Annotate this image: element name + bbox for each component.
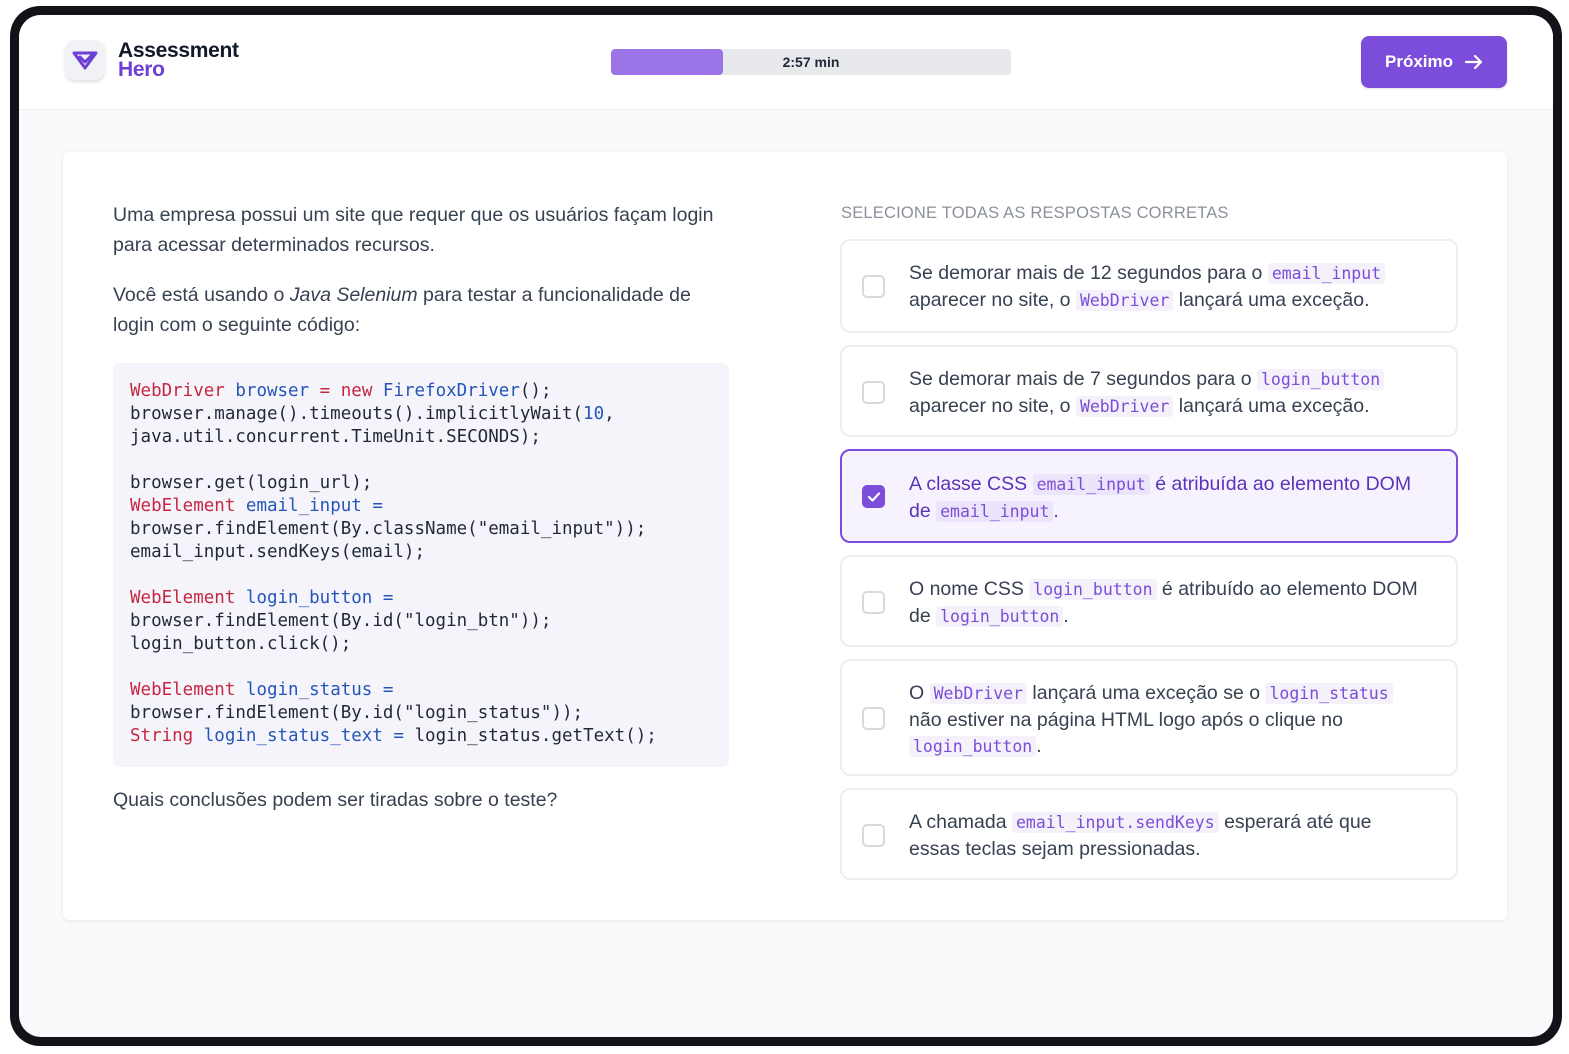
timer-progress-bar: 2:57 min	[611, 49, 1011, 75]
checkbox[interactable]	[862, 381, 885, 404]
answer-option-6[interactable]: A chamada email_input.sendKeys esperará …	[840, 788, 1458, 880]
timer-text: 2:57 min	[782, 54, 840, 70]
check-icon	[867, 491, 880, 502]
answer-options: Se demorar mais de 12 segundos para o em…	[840, 239, 1458, 892]
logo-icon	[65, 40, 105, 80]
checkbox[interactable]	[862, 275, 885, 298]
question-prompt: Quais conclusões podem ser tiradas sobre…	[113, 789, 558, 811]
checkbox[interactable]	[862, 707, 885, 730]
arrow-right-icon	[1465, 54, 1483, 70]
checkbox[interactable]	[862, 591, 885, 614]
answer-option-2[interactable]: Se demorar mais de 7 segundos para o log…	[840, 345, 1458, 437]
question-card: Uma empresa possui um site que requer qu…	[63, 152, 1507, 920]
answer-instruction: SELECIONE TODAS AS RESPOSTAS CORRETAS	[841, 204, 1229, 222]
answer-option-3[interactable]: A classe CSS email_input é atribuída ao …	[840, 449, 1458, 543]
checkbox-checked[interactable]	[862, 485, 885, 508]
answer-option-1[interactable]: Se demorar mais de 12 segundos para o em…	[840, 239, 1458, 333]
logo: Assessment Hero	[65, 40, 239, 80]
question-paragraph-2: Você está usando o Java Selenium para te…	[113, 284, 691, 336]
answer-option-text: O WebDriver lançará uma exceção se o log…	[909, 680, 1426, 760]
answer-option-text: Se demorar mais de 12 segundos para o em…	[909, 260, 1426, 314]
checkbox[interactable]	[862, 824, 885, 847]
logo-subtitle: Hero	[118, 58, 165, 81]
answer-option-text: Se demorar mais de 7 segundos para o log…	[909, 366, 1426, 420]
next-button-label: Próximo	[1384, 52, 1454, 71]
answer-option-text: A chamada email_input.sendKeys esperará …	[909, 811, 1372, 860]
code-block: WebDriver browser = new FirefoxDriver();…	[113, 363, 729, 767]
question-text: Uma empresa possui um site que requer qu…	[113, 200, 729, 360]
app-screen: Assessment Hero 2:57 min Próximo Uma emp…	[19, 15, 1553, 1037]
device-frame: Assessment Hero 2:57 min Próximo Uma emp…	[10, 6, 1562, 1046]
answer-option-4[interactable]: O nome CSS login_button é atribuído ao e…	[840, 555, 1458, 647]
answer-option-5[interactable]: O WebDriver lançará uma exceção se o log…	[840, 659, 1458, 776]
answer-option-text: A classe CSS email_input é atribuída ao …	[909, 473, 1412, 522]
top-bar: Assessment Hero 2:57 min Próximo	[19, 15, 1553, 110]
question-paragraph-1: Uma empresa possui um site que requer qu…	[113, 204, 714, 256]
next-button[interactable]: Próximo	[1361, 36, 1507, 88]
answer-option-text: O nome CSS login_button é atribuído ao e…	[909, 578, 1418, 627]
